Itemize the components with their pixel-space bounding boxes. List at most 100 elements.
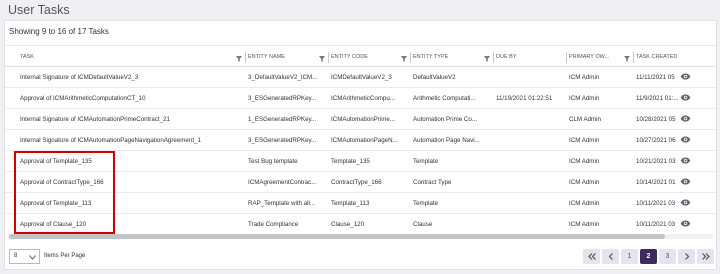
owner-cell: ICM Admin xyxy=(569,158,600,165)
due-by-cell xyxy=(496,151,564,172)
eye-icon[interactable] xyxy=(680,136,691,143)
table-header: TASK ENTITY NAME ENTITY CODE ENTITY TYPE… xyxy=(5,50,716,64)
table-row[interactable]: Approval of Template_113 RAP_Template wit… xyxy=(5,192,716,213)
entity-name-cell: Trade Compliance xyxy=(248,221,299,228)
chevron-down-icon xyxy=(29,253,36,266)
owner-cell: ICM Admin xyxy=(569,179,600,186)
task-cell: Approval of Template_113 xyxy=(20,200,92,207)
task-cell: Approval of ICMArithmeticComputationCT_1… xyxy=(20,95,146,102)
col-resizer[interactable] xyxy=(410,52,411,63)
table-row[interactable]: Approval of ContractType_166 ICMAgreement… xyxy=(5,171,716,192)
entity-type-cell: Automation Page Navi... xyxy=(413,137,480,144)
owner-cell: ICM Admin xyxy=(569,137,600,144)
entity-code-cell: Template_135 xyxy=(331,158,370,165)
due-by-cell: 11/19/2021 01:22:51 xyxy=(496,95,553,102)
page-button-2[interactable]: 2 xyxy=(640,249,657,264)
next-page-button[interactable] xyxy=(678,249,695,264)
eye-icon[interactable] xyxy=(680,199,691,206)
entity-name-cell: 3_DefaultValueV2_ICM... xyxy=(248,74,318,81)
col-resizer[interactable] xyxy=(633,52,634,63)
table-row[interactable]: Internal Signature of ICMAutomationPageN… xyxy=(5,129,716,150)
task-created-cell: 10/14/2021 01 xyxy=(636,179,676,186)
prev-page-button[interactable] xyxy=(602,249,619,264)
entity-name-cell: 3_ESGeneratedRPKey... xyxy=(248,95,317,102)
entity-name-cell: Test Bug template xyxy=(248,158,298,165)
entity-code-cell: Template_113 xyxy=(331,200,370,207)
task-created-cell: 10/21/2021 03 xyxy=(636,158,676,165)
col-resizer[interactable] xyxy=(566,52,567,63)
col-header-entity-type[interactable]: ENTITY TYPE xyxy=(413,50,493,64)
entity-name-cell: 1_ESGeneratedRPKey... xyxy=(248,116,317,123)
task-created-cell: 10/27/2021 06 xyxy=(636,137,676,144)
task-created-cell: 10/11/2021 03 xyxy=(636,221,676,228)
table-row[interactable]: Internal Signature of ICMAutomationPrime… xyxy=(5,108,716,129)
col-header-entity-name[interactable]: ENTITY NAME xyxy=(248,50,328,64)
entity-code-cell: ICMAutomationPrime... xyxy=(331,116,395,123)
entity-type-cell: Template xyxy=(413,158,439,165)
header-divider xyxy=(5,45,716,46)
table-body: Internal Signature of ICMDefaultValueV2_… xyxy=(5,66,716,234)
last-page-button[interactable] xyxy=(697,249,714,264)
entity-code-cell: ContractType_166 xyxy=(331,179,382,186)
items-per-page-label: Items Per Page xyxy=(44,253,86,259)
owner-cell: ICM Admin xyxy=(569,74,600,81)
double-chevron-right-icon xyxy=(701,253,710,260)
task-created-cell: 10/28/2021 05 xyxy=(636,116,676,123)
entity-name-cell: ICMAgreementContrac... xyxy=(248,179,317,186)
eye-icon[interactable] xyxy=(680,115,691,122)
owner-cell: CLM Admin xyxy=(569,116,601,123)
first-page-button[interactable] xyxy=(583,249,600,264)
due-by-cell xyxy=(496,130,564,151)
entity-code-cell: ICMAutomationPageN... xyxy=(331,137,398,144)
page-button-1[interactable]: 1 xyxy=(621,249,638,264)
task-created-cell: 11/9/2021 01:... xyxy=(636,95,679,102)
owner-cell: ICM Admin xyxy=(569,95,600,102)
entity-type-cell: DefaultValueV2 xyxy=(413,74,456,81)
due-by-cell xyxy=(496,172,564,193)
scrollbar-thumb[interactable] xyxy=(9,234,665,239)
double-chevron-left-icon xyxy=(587,253,596,260)
horizontal-scrollbar[interactable] xyxy=(8,234,713,239)
chevron-right-icon xyxy=(684,253,689,260)
col-header-primary-owner[interactable]: PRIMARY OW... xyxy=(569,50,633,64)
entity-type-cell: Contract Type xyxy=(413,179,452,186)
task-created-cell: 11/11/2021 05 xyxy=(636,74,675,81)
tasks-card: Showing 9 to 16 of 17 Tasks TASK ENTITY … xyxy=(4,20,717,270)
col-resizer[interactable] xyxy=(328,52,329,63)
chevron-left-icon xyxy=(608,253,613,260)
table-row[interactable]: Approval of Template_135 Test Bug templat… xyxy=(5,150,716,171)
showing-count: Showing 9 to 16 of 17 Tasks xyxy=(9,27,109,36)
entity-type-cell: Template xyxy=(413,200,439,207)
table-row[interactable]: Approval of ICMArithmeticComputationCT_1… xyxy=(5,87,716,108)
entity-type-cell: Clause xyxy=(413,221,433,228)
page-title: User Tasks xyxy=(8,3,70,17)
col-header-task[interactable]: TASK xyxy=(20,50,245,64)
entity-code-cell: Clause_120 xyxy=(331,221,365,228)
task-cell: Approval of Clause_120 xyxy=(20,221,87,228)
table-row[interactable]: Internal Signature of ICMDefaultValueV2_… xyxy=(5,66,716,87)
owner-cell: ICM Admin xyxy=(569,200,600,207)
task-cell: Internal Signature of ICMDefaultValueV2_… xyxy=(20,74,139,81)
col-header-entity-code[interactable]: ENTITY CODE xyxy=(331,50,410,64)
col-resizer[interactable] xyxy=(245,52,246,63)
task-cell: Approval of Template_135 xyxy=(20,158,92,165)
col-resizer[interactable] xyxy=(493,52,494,63)
table-row[interactable]: Approval of Clause_120 Trade Compliance Cl… xyxy=(5,213,716,234)
entity-type-cell: Automation Prime Co... xyxy=(413,116,477,123)
eye-icon[interactable] xyxy=(680,220,691,227)
entity-code-cell: ICMDefaultValueV2_3 xyxy=(331,74,392,81)
items-per-page-select[interactable]: 8 xyxy=(9,249,40,264)
eye-icon[interactable] xyxy=(680,178,691,185)
task-created-cell: 10/11/2021 03 xyxy=(636,200,676,207)
eye-icon[interactable] xyxy=(680,73,691,80)
task-cell: Internal Signature of ICMAutomationPrime… xyxy=(20,116,170,123)
entity-type-cell: Arithmetic Computati... xyxy=(413,95,476,102)
col-header-task-created[interactable]: TASK CREATED xyxy=(636,50,696,64)
col-header-due-by[interactable]: DUE BY xyxy=(496,50,566,64)
eye-icon[interactable] xyxy=(680,94,691,101)
eye-icon[interactable] xyxy=(680,157,691,164)
due-by-cell xyxy=(496,109,564,130)
page-button-3[interactable]: 3 xyxy=(659,249,676,264)
due-by-cell xyxy=(496,214,564,235)
entity-name-cell: 3_ESGeneratedRPKey... xyxy=(248,137,317,144)
